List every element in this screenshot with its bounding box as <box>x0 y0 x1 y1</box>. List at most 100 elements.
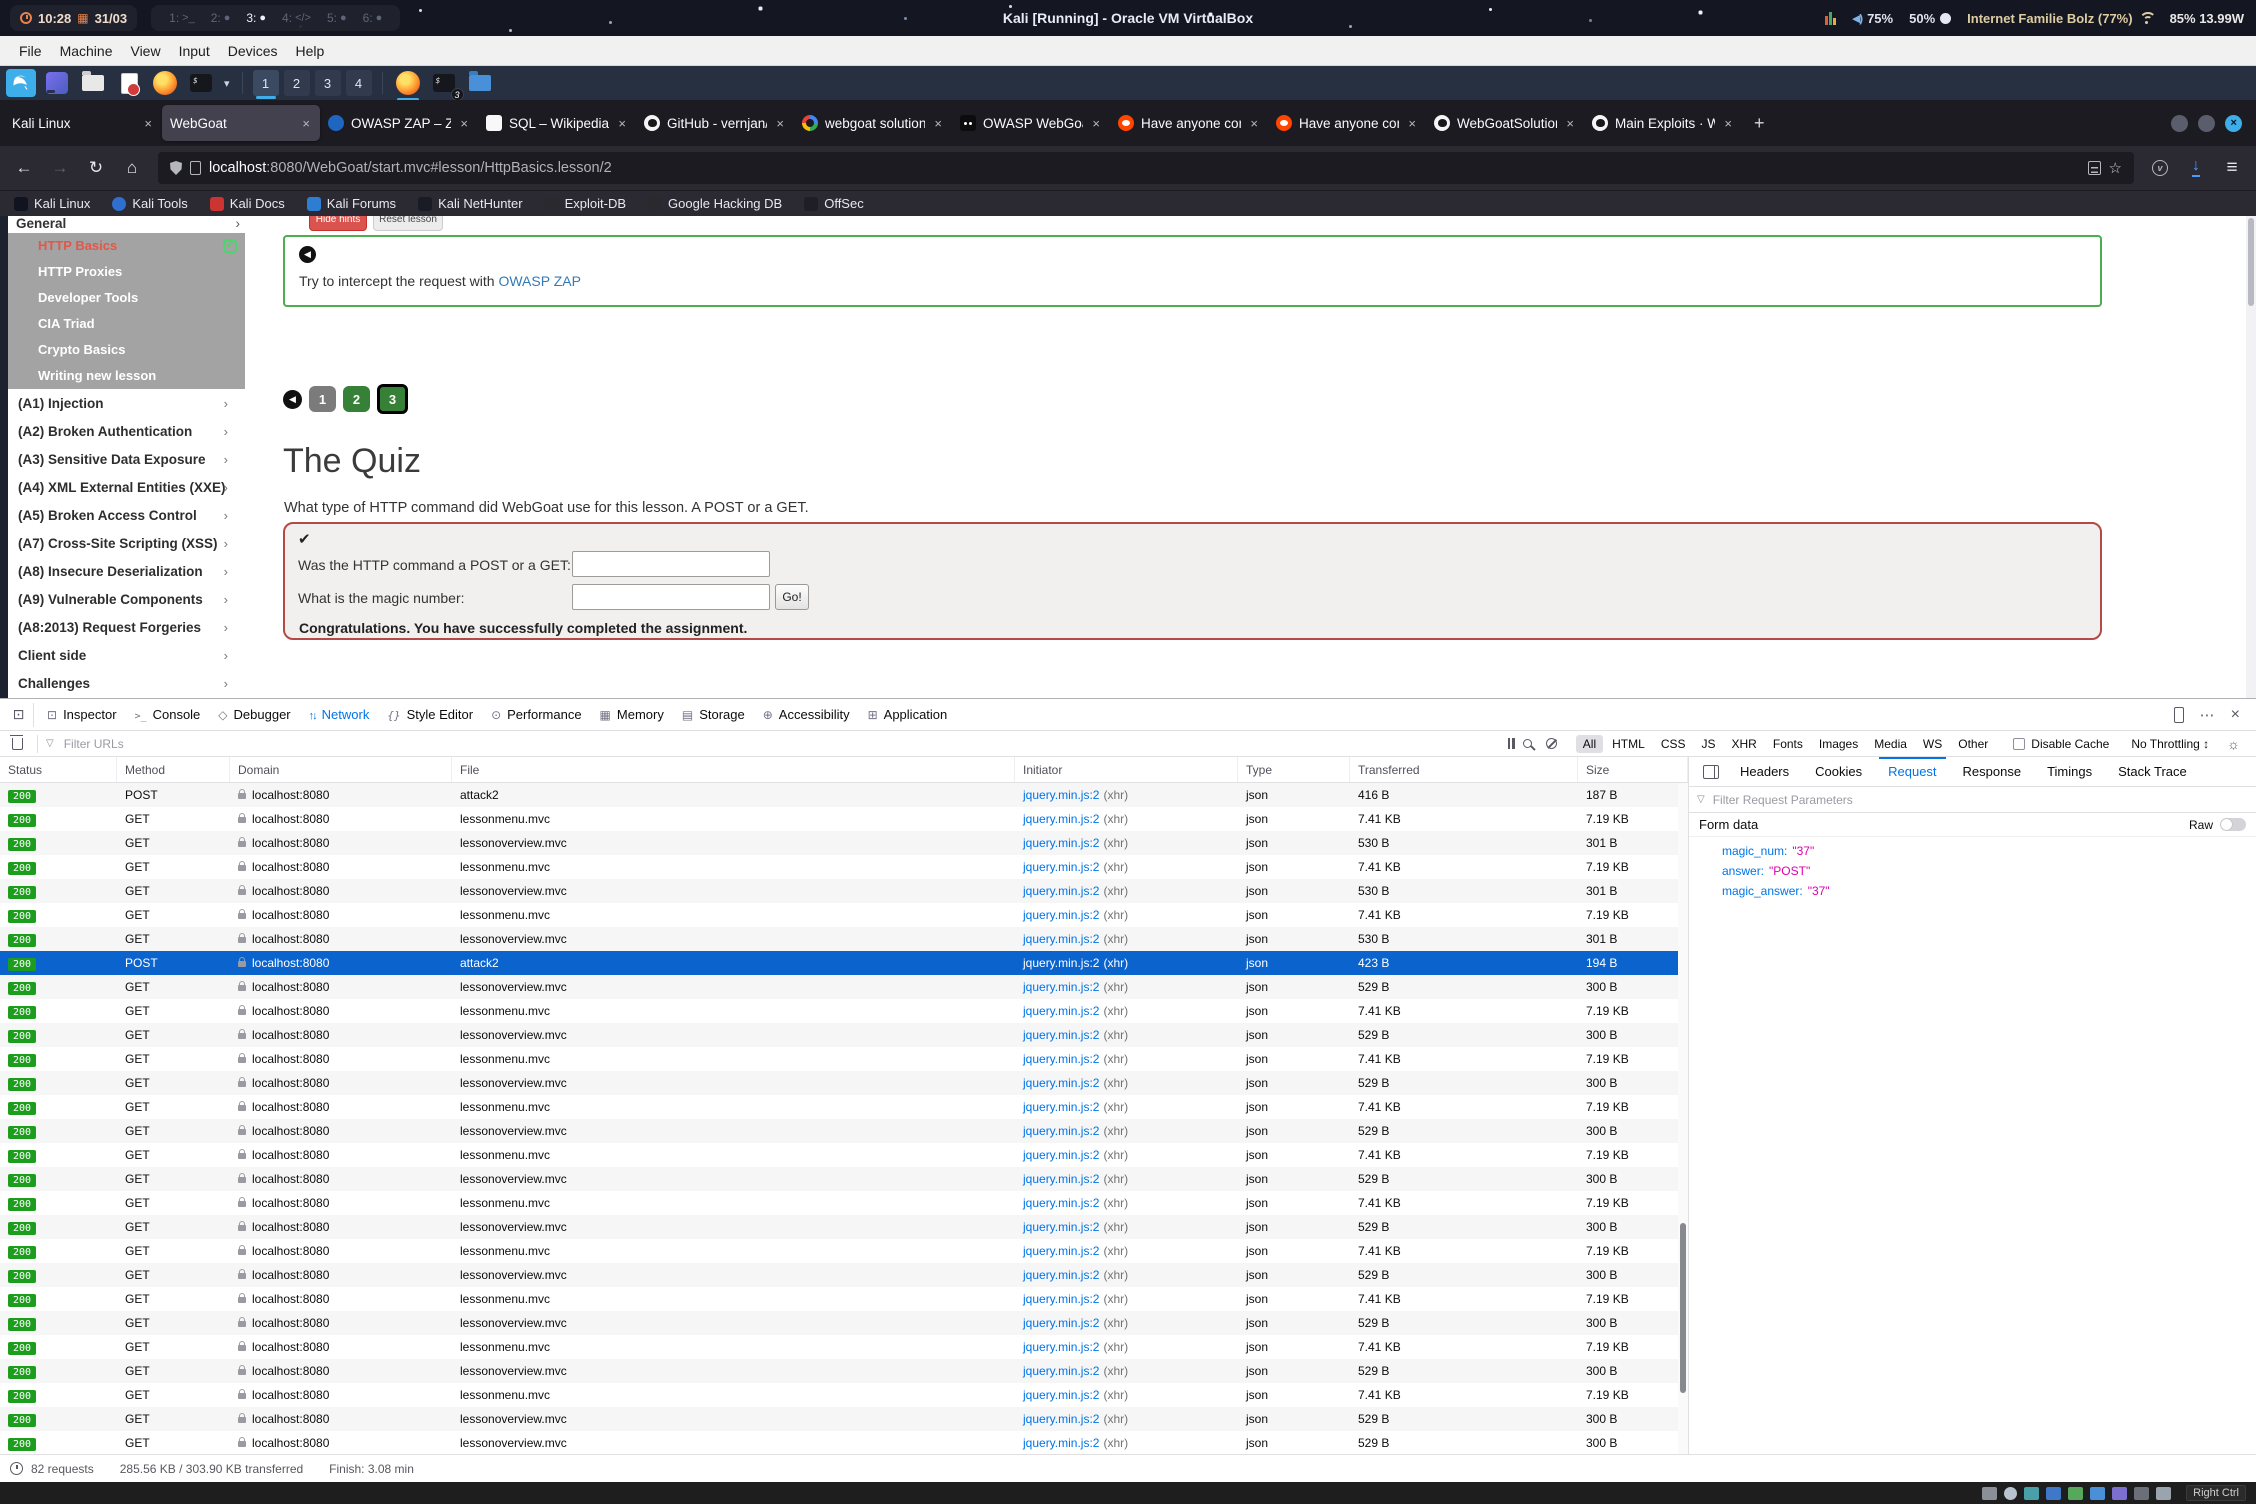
files-window-button[interactable] <box>465 69 495 97</box>
request-row[interactable]: 200 GET localhost:8080 lessonoverview.mv… <box>0 1071 1688 1095</box>
devtools-tool-tab[interactable]: Console <box>126 699 210 731</box>
network-settings-gear-icon[interactable]: ☼ <box>2227 736 2240 752</box>
vm-cd-icon[interactable] <box>2004 1487 2017 1500</box>
close-button[interactable]: × <box>2225 115 2242 132</box>
tab-close-icon[interactable]: × <box>1248 116 1260 131</box>
initiator-link[interactable]: jquery.min.js:2 <box>1023 860 1099 874</box>
browser-tab[interactable]: OWASP ZAP – ZAP in × <box>320 105 478 141</box>
vbox-menu-item[interactable]: View <box>121 43 169 59</box>
devtools-tool-tab[interactable]: Performance <box>482 699 590 731</box>
initiator-link[interactable]: jquery.min.js:2 <box>1023 836 1099 850</box>
browser-tab[interactable]: webgoat solutions - × <box>794 105 952 141</box>
volume-indicator[interactable]: ◀) 75% <box>1852 11 1893 26</box>
tab-close-icon[interactable]: × <box>458 116 470 131</box>
filter-urls-input[interactable] <box>62 736 1500 752</box>
bookmark-item[interactable]: Kali Forums <box>307 196 396 211</box>
initiator-link[interactable]: jquery.min.js:2 <box>1023 1100 1099 1114</box>
initiator-link[interactable]: jquery.min.js:2 <box>1023 1388 1099 1402</box>
initiator-link[interactable]: jquery.min.js:2 <box>1023 1004 1099 1018</box>
tab-close-icon[interactable]: × <box>616 116 628 131</box>
request-row[interactable]: 200 GET localhost:8080 lessonoverview.mv… <box>0 1263 1688 1287</box>
request-row[interactable]: 200 GET localhost:8080 lessonmenu.mvc jq… <box>0 1287 1688 1311</box>
workspace-item[interactable]: 4: </> <box>276 11 317 25</box>
hide-hints-button[interactable]: Hide hints <box>309 216 367 231</box>
request-row[interactable]: 200 GET localhost:8080 lessonoverview.mv… <box>0 1311 1688 1335</box>
request-row[interactable]: 200 GET localhost:8080 lessonoverview.mv… <box>0 1023 1688 1047</box>
taskbar-workspace-button[interactable]: 3 <box>315 70 341 96</box>
devtools-tool-tab[interactable]: Network <box>300 699 379 731</box>
sidebar-lesson-item[interactable]: Developer Tools ✔ <box>8 285 245 311</box>
devtools-tool-tab[interactable]: Style Editor <box>378 699 482 731</box>
sidebar-category-item[interactable]: (A7) Cross-Site Scripting (XSS) › <box>0 530 245 558</box>
browser-tab[interactable]: Kali Linux × <box>4 105 162 141</box>
page-info-icon[interactable] <box>190 161 201 175</box>
type-filter-pill[interactable]: CSS <box>1654 735 1693 753</box>
page-number-button[interactable]: 1 <box>309 386 336 412</box>
type-filter-pill[interactable]: HTML <box>1605 735 1652 753</box>
tab-close-icon[interactable]: × <box>1564 116 1576 131</box>
details-tab[interactable]: Cookies <box>1802 757 1875 787</box>
devtools-close-icon[interactable]: × <box>2231 706 2240 724</box>
vm-network-icon[interactable] <box>2046 1487 2061 1500</box>
clear-requests-icon[interactable] <box>12 738 23 750</box>
type-filter-pill[interactable]: Media <box>1867 735 1914 753</box>
reload-button[interactable]: ↻ <box>80 153 112 183</box>
vbox-menu-item[interactable]: Input <box>170 43 219 59</box>
throttling-dropdown[interactable]: No Throttling ↕ <box>2131 737 2209 751</box>
initiator-link[interactable]: jquery.min.js:2 <box>1023 1220 1099 1234</box>
details-tab[interactable]: Headers <box>1727 757 1802 787</box>
tab-close-icon[interactable]: × <box>142 116 154 131</box>
app-menu-button[interactable]: ≡ <box>2216 153 2248 183</box>
form-data-param[interactable]: magic_num: "37" <box>1689 841 2256 861</box>
workspace-item[interactable]: 1: >_ <box>163 11 201 25</box>
vbox-menu-item[interactable]: Devices <box>219 43 287 59</box>
minimize-button[interactable] <box>2171 115 2188 132</box>
kali-menu-button[interactable] <box>6 69 36 97</box>
sidebar-lesson-item[interactable]: HTTP Basics ✔ <box>8 233 245 259</box>
browser-tab[interactable]: Have anyone comple × <box>1110 105 1268 141</box>
workspace-item[interactable]: 2: ● <box>205 11 237 25</box>
split-panel-icon[interactable] <box>1703 765 1719 779</box>
launcher-dropdown-caret[interactable]: ▾ <box>222 77 232 90</box>
initiator-link[interactable]: jquery.min.js:2 <box>1023 1148 1099 1162</box>
sidebar-category-item[interactable]: (A8) Insecure Deserialization › <box>0 558 245 586</box>
bookmark-item[interactable]: Google Hacking DB <box>648 196 782 211</box>
details-tab[interactable]: Stack Trace <box>2105 757 2200 787</box>
details-tab[interactable]: Request <box>1875 757 1949 787</box>
bookmark-item[interactable]: Kali NetHunter <box>418 196 523 211</box>
request-row[interactable]: 200 GET localhost:8080 lessonoverview.mv… <box>0 1359 1688 1383</box>
column-header[interactable]: File <box>452 757 1015 782</box>
initiator-link[interactable]: jquery.min.js:2 <box>1023 980 1099 994</box>
request-row[interactable]: 200 GET localhost:8080 lessonoverview.mv… <box>0 927 1688 951</box>
initiator-link[interactable]: jquery.min.js:2 <box>1023 1436 1099 1450</box>
url-bar[interactable]: localhost:8080/WebGoat/start.mvc#lesson/… <box>158 152 2134 184</box>
form-data-param[interactable]: magic_answer: "37" <box>1689 881 2256 901</box>
page-scrollbar[interactable] <box>2246 216 2256 698</box>
tab-close-icon[interactable]: × <box>1090 116 1102 131</box>
initiator-link[interactable]: jquery.min.js:2 <box>1023 1196 1099 1210</box>
details-tab[interactable]: Timings <box>2034 757 2105 787</box>
devtools-tool-tab[interactable]: Storage <box>673 699 754 731</box>
tab-close-icon[interactable]: × <box>774 116 786 131</box>
sidebar-category-item[interactable]: (A1) Injection › <box>0 390 245 418</box>
initiator-link[interactable]: jquery.min.js:2 <box>1023 812 1099 826</box>
vbox-menu-item[interactable]: Machine <box>51 43 122 59</box>
tab-close-icon[interactable]: × <box>1722 116 1734 131</box>
sidebar-category-item[interactable]: (A4) XML External Entities (XXE) › <box>0 474 245 502</box>
pick-element-icon[interactable]: ⊡ <box>4 703 34 727</box>
browser-tab[interactable]: OWASP WebGoat: G × <box>952 105 1110 141</box>
browser-tab[interactable]: SQL – Wikipedia × <box>478 105 636 141</box>
vm-display-icon[interactable] <box>2112 1487 2127 1500</box>
workspace-item[interactable]: 5: ● <box>321 11 353 25</box>
devtools-tool-tab[interactable]: Debugger <box>209 699 299 731</box>
initiator-link[interactable]: jquery.min.js:2 <box>1023 1076 1099 1090</box>
vm-shared-folders-icon[interactable] <box>2090 1487 2105 1500</box>
request-row[interactable]: 200 GET localhost:8080 lessonmenu.mvc jq… <box>0 855 1688 879</box>
workspace-item[interactable]: 6: ● <box>357 11 389 25</box>
maximize-button[interactable] <box>2198 115 2215 132</box>
back-button[interactable]: ← <box>8 153 40 183</box>
text-editor-button[interactable] <box>114 69 144 97</box>
question1-input[interactable] <box>572 551 770 577</box>
reader-mode-icon[interactable] <box>2088 161 2101 175</box>
request-row[interactable]: 200 GET localhost:8080 lessonmenu.mvc jq… <box>0 1383 1688 1407</box>
